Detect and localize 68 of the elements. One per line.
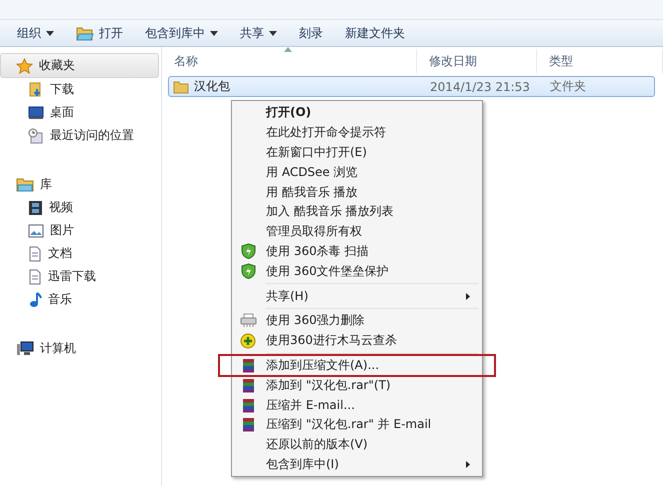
toolbar-button[interactable]: 刻录 <box>290 22 332 44</box>
archive-books-icon <box>240 398 256 413</box>
sidebar-item[interactable]: 最近访问的位置 <box>0 124 161 147</box>
file-name: 汉化包 <box>194 78 230 95</box>
plus-icon <box>240 332 256 349</box>
caret-icon <box>269 30 277 36</box>
column-header[interactable]: 修改日期 <box>417 49 537 73</box>
document-icon <box>28 268 42 284</box>
menu-item[interactable]: 共享(H) <box>234 286 480 306</box>
menu-item[interactable]: 使用 360强力删除 <box>234 310 480 331</box>
archive-books-icon <box>240 417 256 432</box>
sidebar-item[interactable]: 视频 <box>0 196 161 219</box>
sidebar-item[interactable]: 收藏夹 <box>0 53 159 78</box>
menu-item[interactable]: 用 酷我音乐 播放 <box>234 182 480 202</box>
submenu-arrow-icon <box>466 292 470 300</box>
toolbar-button[interactable]: 新建文件夹 <box>336 22 414 44</box>
sidebar-item[interactable]: 音乐 <box>0 288 161 311</box>
menu-item[interactable]: 添加到 "汉化包.rar"(T) <box>234 375 480 396</box>
caret-icon <box>46 30 54 36</box>
sidebar-item[interactable]: 库 <box>0 173 159 196</box>
date-cell-text: 2014/1/23 21:53 <box>429 80 531 94</box>
toolbar-button[interactable]: 包含到库中 <box>136 22 227 44</box>
folder-icon <box>173 80 189 94</box>
menu-item[interactable]: 在此处打开命令提示符 <box>234 122 480 143</box>
column-header[interactable]: 类型 <box>537 49 663 73</box>
menu-item[interactable]: 用 ACDSee 浏览 <box>234 162 480 182</box>
menu-item[interactable]: 添加到压缩文件(A)... <box>220 356 494 376</box>
sidebar-item[interactable]: 计算机 <box>0 337 159 360</box>
sidebar-item[interactable]: 桌面 <box>0 101 161 124</box>
sidebar-item[interactable]: 图片 <box>0 219 161 242</box>
computer-icon <box>16 340 34 356</box>
music-note-icon <box>28 292 42 308</box>
folder-icon <box>76 26 94 40</box>
menu-item[interactable]: 还原以前的版本(V) <box>234 434 480 455</box>
desktop-icon <box>28 106 44 120</box>
menu-item[interactable]: 管理员取得所有权 <box>234 222 480 242</box>
menu-item[interactable]: 使用 360文件堡垒保护 <box>234 261 480 282</box>
file-row[interactable]: 汉化包 2014/1/23 21:53 文件夹 <box>168 76 655 97</box>
menu-item[interactable]: 使用360进行木马云查杀 <box>234 330 480 351</box>
sort-arrow-icon <box>284 47 292 52</box>
menu-item[interactable]: 加入 酷我音乐 播放列表 <box>234 202 480 222</box>
shredder-icon <box>240 313 256 328</box>
type-cell-text: 文件夹 <box>549 78 587 95</box>
toolbar-button[interactable]: 共享 <box>231 22 286 44</box>
picture-icon <box>28 224 44 238</box>
shield-icon <box>240 243 256 260</box>
menu-item[interactable]: 打开(O) <box>234 103 480 123</box>
submenu-arrow-icon <box>466 460 470 468</box>
menu-item[interactable]: 使用 360杀毒 扫描 <box>234 242 480 262</box>
archive-books-icon <box>240 358 256 373</box>
column-header[interactable]: 名称 <box>162 49 417 73</box>
library-icon <box>16 177 34 192</box>
menu-item[interactable]: 压缩到 "汉化包.rar" 并 E-mail <box>234 414 480 435</box>
menu-item[interactable]: 包含到库中(I) <box>234 454 480 474</box>
recent-places-icon <box>28 128 44 144</box>
caret-icon <box>210 30 218 36</box>
toolbar-button[interactable]: 打开 <box>67 22 132 44</box>
archive-books-icon <box>240 378 256 393</box>
sidebar-item[interactable]: 文档 <box>0 242 161 265</box>
menu-item[interactable]: 在新窗口中打开(E) <box>234 142 480 162</box>
menu-item[interactable]: 压缩并 E-mail... <box>234 395 480 415</box>
star-icon <box>16 58 33 74</box>
sidebar-item[interactable]: 下载 <box>0 78 161 101</box>
shield-icon <box>240 263 256 280</box>
toolbar-button[interactable]: 组织 <box>8 22 63 44</box>
sidebar-item[interactable]: 迅雷下载 <box>0 265 161 288</box>
film-icon <box>28 200 43 216</box>
document-icon <box>28 246 42 262</box>
